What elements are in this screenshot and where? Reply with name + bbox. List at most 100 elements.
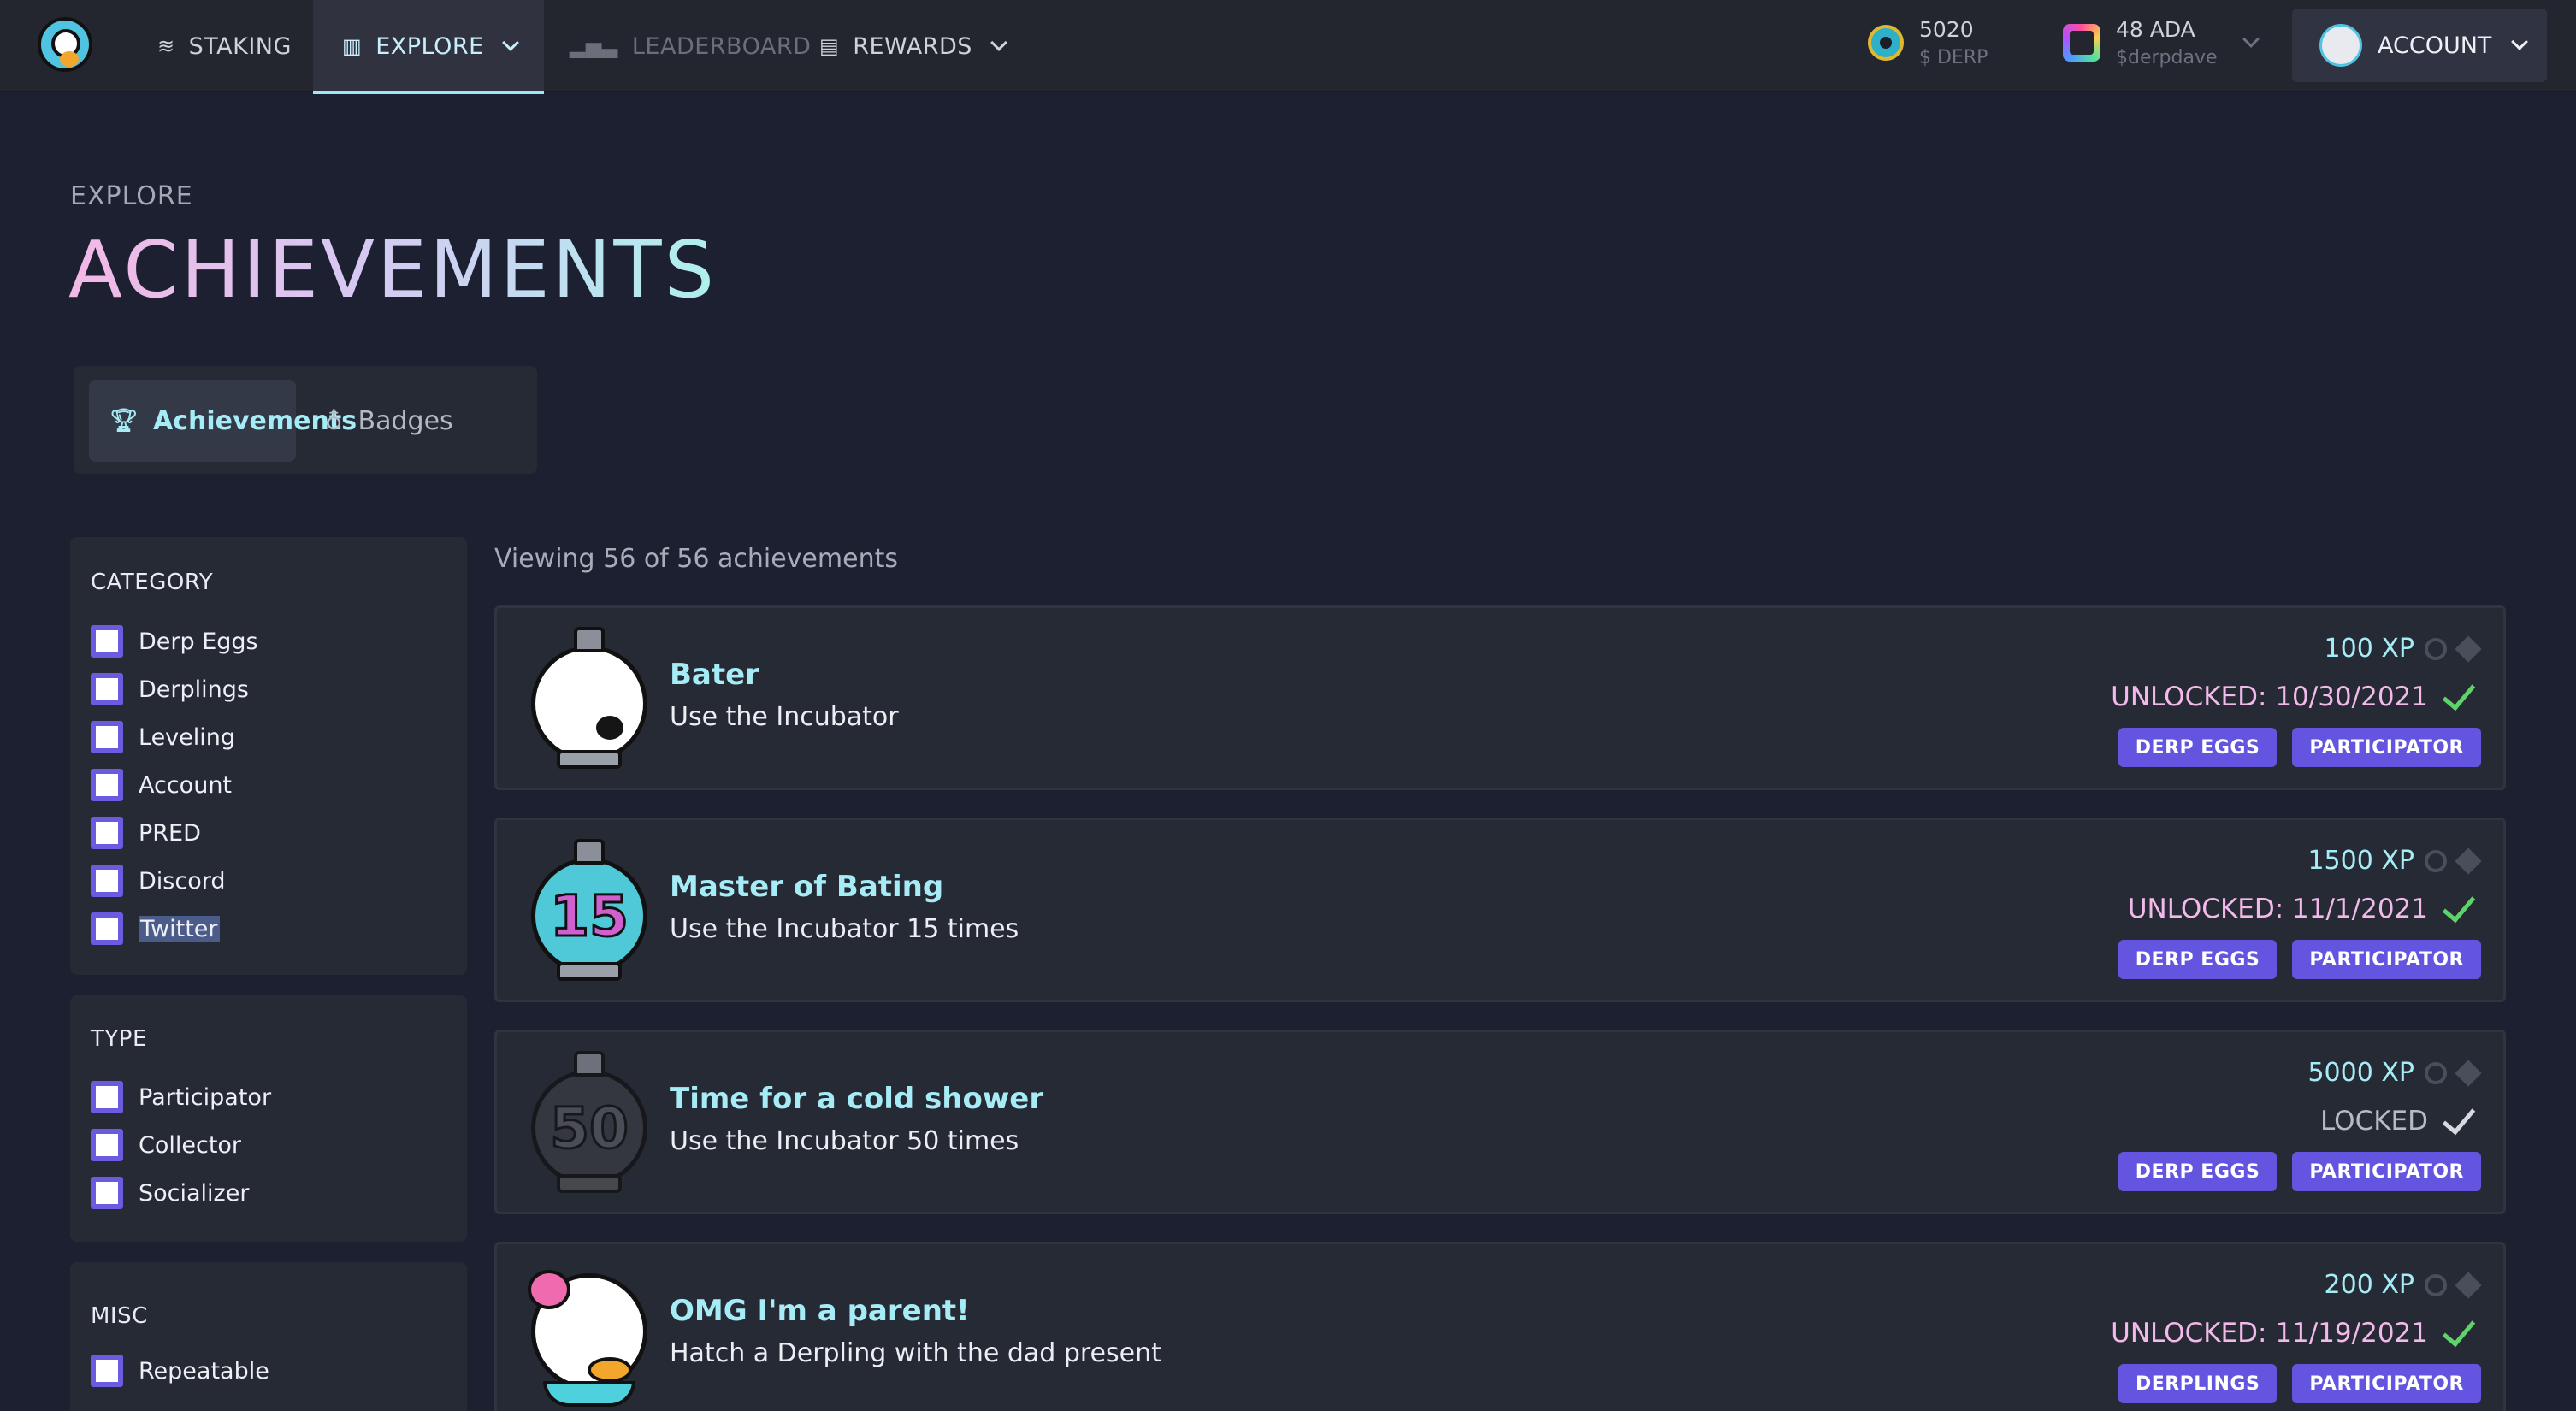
layers-icon: ≋ [157, 34, 175, 58]
tag-list: DERP EGGS PARTICIPATOR [2118, 728, 2481, 767]
checkbox[interactable] [91, 1177, 123, 1209]
cube-icon [2455, 847, 2482, 875]
incubator-badge-icon: 50 [531, 1051, 647, 1193]
checkbox-label: Account [139, 771, 233, 799]
checkbox[interactable] [91, 817, 123, 849]
nav-item-leaderboard[interactable]: ▂▅▃ LEADERBOARD [570, 0, 811, 92]
page-title: ACHIEVEMENTS [68, 224, 717, 316]
map-icon: ▥ [342, 34, 363, 58]
checkbox[interactable] [91, 721, 123, 753]
xp-value: 100 XP [2324, 634, 2414, 664]
tag-list: DERPLINGS PARTICIPATOR [2118, 1364, 2481, 1403]
check-icon [2442, 1100, 2476, 1136]
checkbox-label: Discord [139, 867, 226, 894]
account-label: ACCOUNT [2378, 32, 2492, 59]
achievement-card[interactable]: 15 Master of Bating Use the Incubator 15… [494, 818, 2506, 1002]
checkbox-label: Socializer [139, 1179, 250, 1207]
repeat-icon [2425, 637, 2447, 660]
filter-checkbox-discord[interactable]: Discord [91, 865, 226, 897]
checkbox-label: Leveling [139, 723, 236, 751]
checkbox[interactable] [91, 769, 123, 801]
tab-achievements[interactable]: 🏆︎ Achievements [89, 380, 357, 462]
filter-checkbox-repeatable[interactable]: Repeatable [91, 1355, 269, 1387]
xp-value: 200 XP [2324, 1270, 2414, 1300]
achievement-xp: 5000 XP [2307, 1058, 2482, 1088]
check-icon [2442, 888, 2476, 924]
filter-type-panel: TYPE Participator Collector Socializer [70, 995, 467, 1242]
cube-icon [2455, 1059, 2482, 1087]
checkbox-label: Participator [139, 1083, 272, 1111]
view-tabs: 🏆︎ Achievements ♁ Badges [74, 366, 537, 474]
derp-logo[interactable] [38, 17, 92, 72]
achievement-xp: 200 XP [2324, 1270, 2482, 1300]
achievement-card[interactable]: OMG I'm a parent! Hatch a Derpling with … [494, 1242, 2506, 1411]
checkbox[interactable] [91, 625, 123, 658]
achievement-name: OMG I'm a parent! [670, 1294, 970, 1328]
cube-icon [2455, 1271, 2482, 1299]
filter-checkbox-twitter[interactable]: Twitter [91, 912, 220, 945]
tag-badge: DERPLINGS [2118, 1364, 2278, 1403]
derpling-badge-icon [528, 1263, 647, 1407]
achievement-description: Use the Incubator [670, 702, 899, 732]
achievement-status: UNLOCKED: 11/19/2021 [2111, 1312, 2479, 1349]
filter-checkbox-account[interactable]: Account [91, 769, 232, 801]
award-icon: ♁ [325, 406, 343, 435]
achievement-name: Time for a cold shower [670, 1082, 1044, 1116]
wallet-selector[interactable]: 48 ADA $derpdave [2063, 17, 2260, 68]
filter-checkbox-participator[interactable]: Participator [91, 1081, 271, 1113]
checkbox[interactable] [91, 1355, 123, 1387]
achievement-name: Master of Bating [670, 870, 944, 904]
checkbox-label: Repeatable [139, 1357, 269, 1384]
bar-chart-icon: ▂▅▃ [570, 34, 618, 58]
status-text: UNLOCKED: 10/30/2021 [2111, 682, 2428, 712]
incubator-badge-icon [531, 627, 647, 769]
filter-checkbox-socializer[interactable]: Socializer [91, 1177, 249, 1209]
wallet-icon [2063, 24, 2100, 62]
tag-badge: PARTICIPATOR [2292, 1152, 2481, 1191]
status-text: UNLOCKED: 11/19/2021 [2111, 1318, 2428, 1349]
tag-badge: PARTICIPATOR [2292, 940, 2481, 979]
filter-checkbox-derp-eggs[interactable]: Derp Eggs [91, 625, 258, 658]
tag-list: DERP EGGS PARTICIPATOR [2118, 1152, 2481, 1191]
achievement-description: Use the Incubator 50 times [670, 1126, 1019, 1156]
checkbox-label: Collector [139, 1131, 242, 1159]
incubator-badge-icon: 15 [531, 839, 647, 981]
checkbox[interactable] [91, 1129, 123, 1161]
filter-misc-panel: MISC Repeatable [70, 1262, 467, 1411]
achievement-card[interactable]: 50 Time for a cold shower Use the Incuba… [494, 1030, 2506, 1214]
derp-balance: 5020 $ DERP [1868, 17, 1988, 68]
nav-item-explore[interactable]: ▥ EXPLORE [313, 0, 544, 94]
checkbox-label: Derplings [139, 676, 249, 703]
breadcrumb: EXPLORE [70, 181, 193, 211]
nav-item-label: STAKING [188, 32, 292, 60]
filter-category-title: CATEGORY [91, 570, 214, 595]
achievement-xp: 100 XP [2324, 634, 2482, 664]
account-button[interactable]: ACCOUNT [2292, 9, 2547, 82]
checkbox[interactable] [91, 673, 123, 706]
results-count: Viewing 56 of 56 achievements [494, 544, 898, 574]
chevron-down-icon [990, 34, 1007, 51]
repeat-icon [2425, 1273, 2447, 1296]
status-text: UNLOCKED: 11/1/2021 [2127, 894, 2428, 924]
achievement-card[interactable]: Bater Use the Incubator 100 XP UNLOCKED:… [494, 605, 2506, 790]
nav-item-staking[interactable]: ≋ STAKING [157, 0, 292, 92]
check-icon [2442, 1312, 2476, 1348]
checkbox[interactable] [91, 912, 123, 945]
nav-item-rewards[interactable]: ▤ REWARDS [819, 0, 1007, 92]
tab-badges[interactable]: ♁ Badges [304, 380, 474, 462]
checkbox[interactable] [91, 865, 123, 897]
checkbox[interactable] [91, 1081, 123, 1113]
nav-item-label: LEADERBOARD [631, 32, 812, 60]
repeat-icon [2425, 1061, 2447, 1084]
xp-value: 5000 XP [2307, 1058, 2414, 1088]
tag-badge: PARTICIPATOR [2292, 1364, 2481, 1403]
top-nav-bar: ≋ STAKING ▥ EXPLORE ▂▅▃ LEADERBOARD ▤ RE… [0, 0, 2576, 94]
filter-checkbox-leveling[interactable]: Leveling [91, 721, 235, 753]
filter-checkbox-derplings[interactable]: Derplings [91, 673, 249, 706]
achievement-status: LOCKED [2320, 1100, 2479, 1136]
gift-icon: ▤ [819, 34, 840, 58]
xp-value: 1500 XP [2307, 846, 2414, 876]
filter-checkbox-pred[interactable]: PRED [91, 817, 201, 849]
filter-checkbox-collector[interactable]: Collector [91, 1129, 241, 1161]
filter-type-title: TYPE [91, 1026, 147, 1052]
